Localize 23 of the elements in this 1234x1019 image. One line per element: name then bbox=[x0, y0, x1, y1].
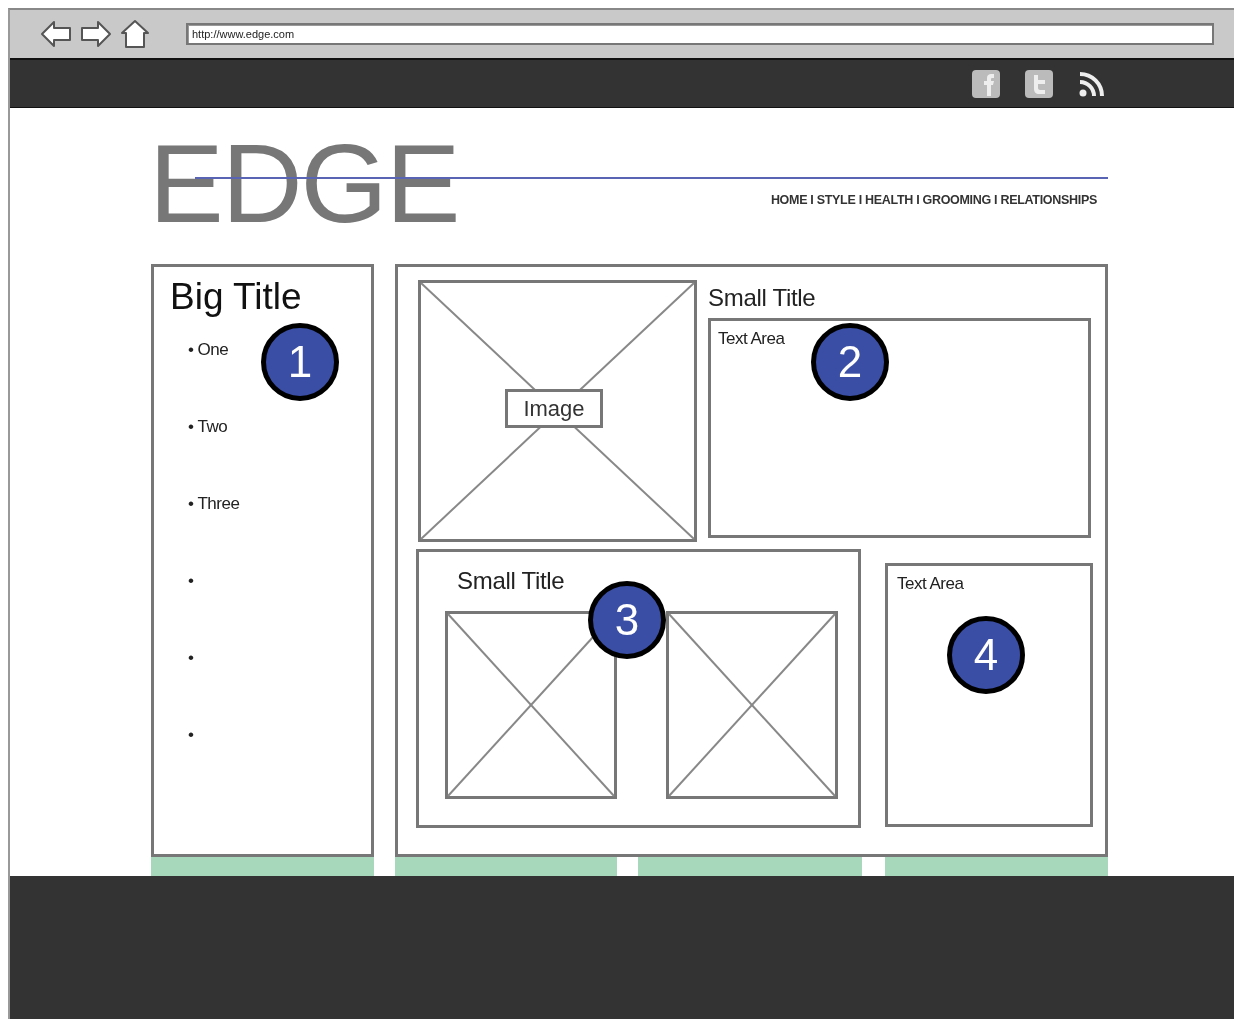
image-label: Image bbox=[505, 389, 603, 428]
list-item[interactable]: Two bbox=[197, 416, 228, 494]
list-item[interactable]: Three bbox=[197, 493, 240, 571]
address-bar[interactable]: http://www.edge.com bbox=[186, 23, 1214, 45]
list-item[interactable]: One bbox=[197, 339, 229, 417]
nav-menu[interactable]: HOME I STYLE I HEALTH I GROOMING I RELATIONSHIPS bbox=[770, 193, 1097, 207]
bullet: • bbox=[188, 570, 194, 592]
text-area-label: Text Area bbox=[718, 329, 785, 349]
rss-icon[interactable] bbox=[1078, 69, 1106, 98]
bullet: • bbox=[188, 339, 194, 361]
bullet: • bbox=[188, 493, 194, 515]
bullet: • bbox=[188, 647, 194, 669]
sidebar-title: Big Title bbox=[170, 277, 303, 318]
section-title: Small Title bbox=[708, 286, 817, 310]
facebook-icon[interactable] bbox=[972, 69, 1000, 98]
bullet: • bbox=[188, 724, 194, 746]
twitter-icon[interactable] bbox=[1025, 69, 1053, 98]
text-area-label: Text Area bbox=[897, 574, 964, 594]
bullet: • bbox=[188, 416, 194, 438]
section-title: Small Title bbox=[457, 569, 566, 593]
forward-icon[interactable] bbox=[80, 20, 112, 48]
back-icon[interactable] bbox=[40, 20, 72, 48]
home-icon[interactable] bbox=[120, 19, 150, 49]
